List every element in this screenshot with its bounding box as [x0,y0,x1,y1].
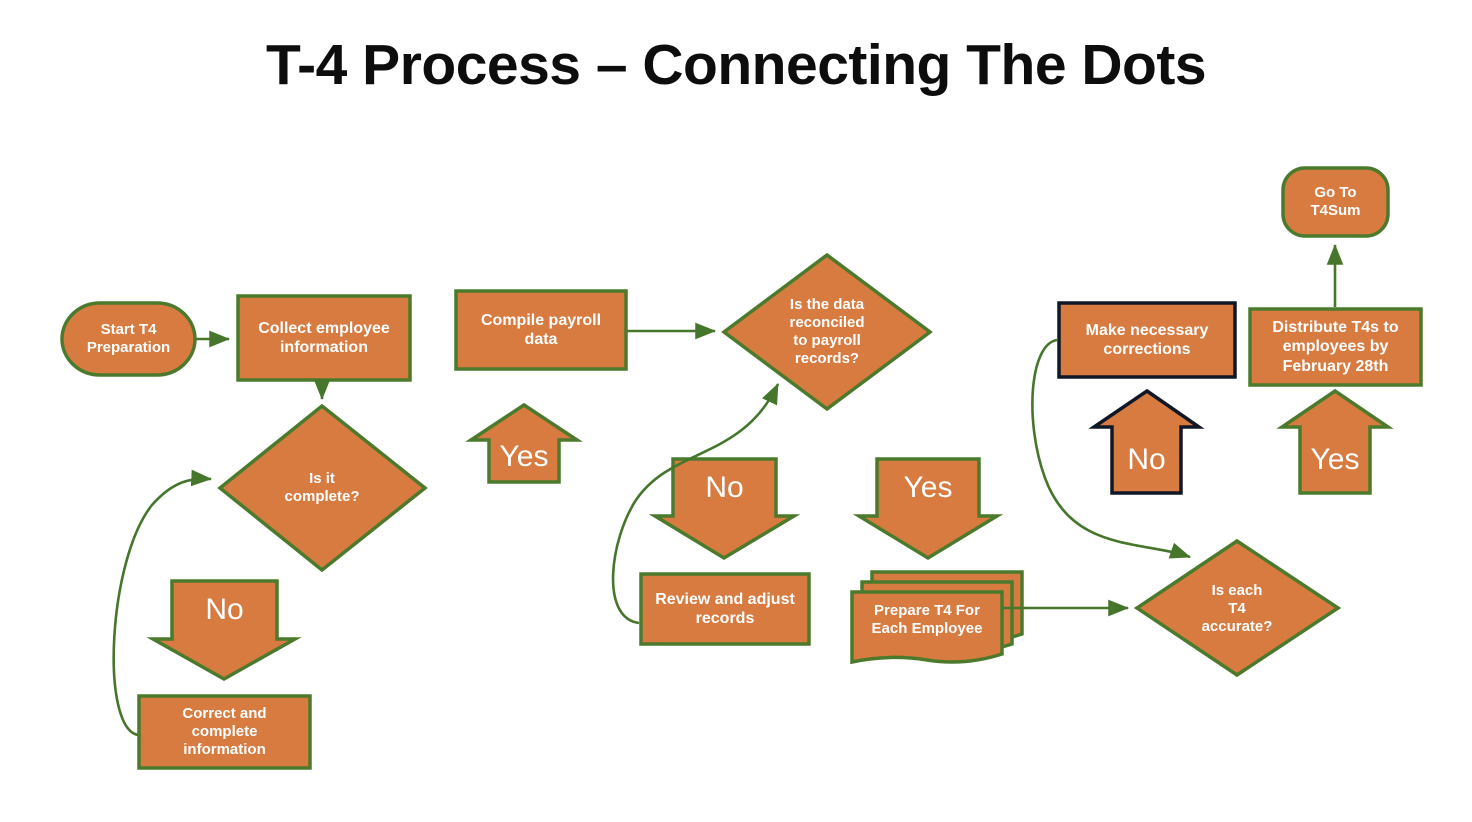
node-no-arrow-accurate[interactable] [1088,388,1205,495]
node-correct-and-complete-information[interactable] [137,694,312,770]
node-is-data-reconciled[interactable] [721,252,933,412]
node-collect-employee-information[interactable] [236,294,412,382]
node-review-and-adjust-records[interactable] [639,572,811,646]
node-compile-payroll-data[interactable] [454,289,628,371]
node-go-to-t4sum[interactable] [1281,166,1390,238]
flowchart-slide: T-4 Process – Connecting The Dots Start … [0,0,1472,822]
node-yes-arrow-is-complete[interactable] [465,402,583,484]
node-distribute-t4s[interactable] [1248,307,1423,387]
flowchart-canvas [60,166,1423,770]
node-no-arrow-is-complete[interactable] [146,579,302,682]
node-no-arrow-reconciled[interactable] [648,457,801,561]
node-is-each-t4-accurate[interactable] [1133,538,1342,678]
node-make-necessary-corrections[interactable] [1057,301,1237,379]
node-start-t4-preparation[interactable] [60,301,197,377]
node-yes-arrow-accurate[interactable] [1276,388,1394,495]
node-is-it-complete[interactable] [217,403,428,573]
node-prepare-t4-for-each-employee[interactable] [850,590,1004,665]
node-yes-arrow-reconciled[interactable] [852,457,1004,561]
